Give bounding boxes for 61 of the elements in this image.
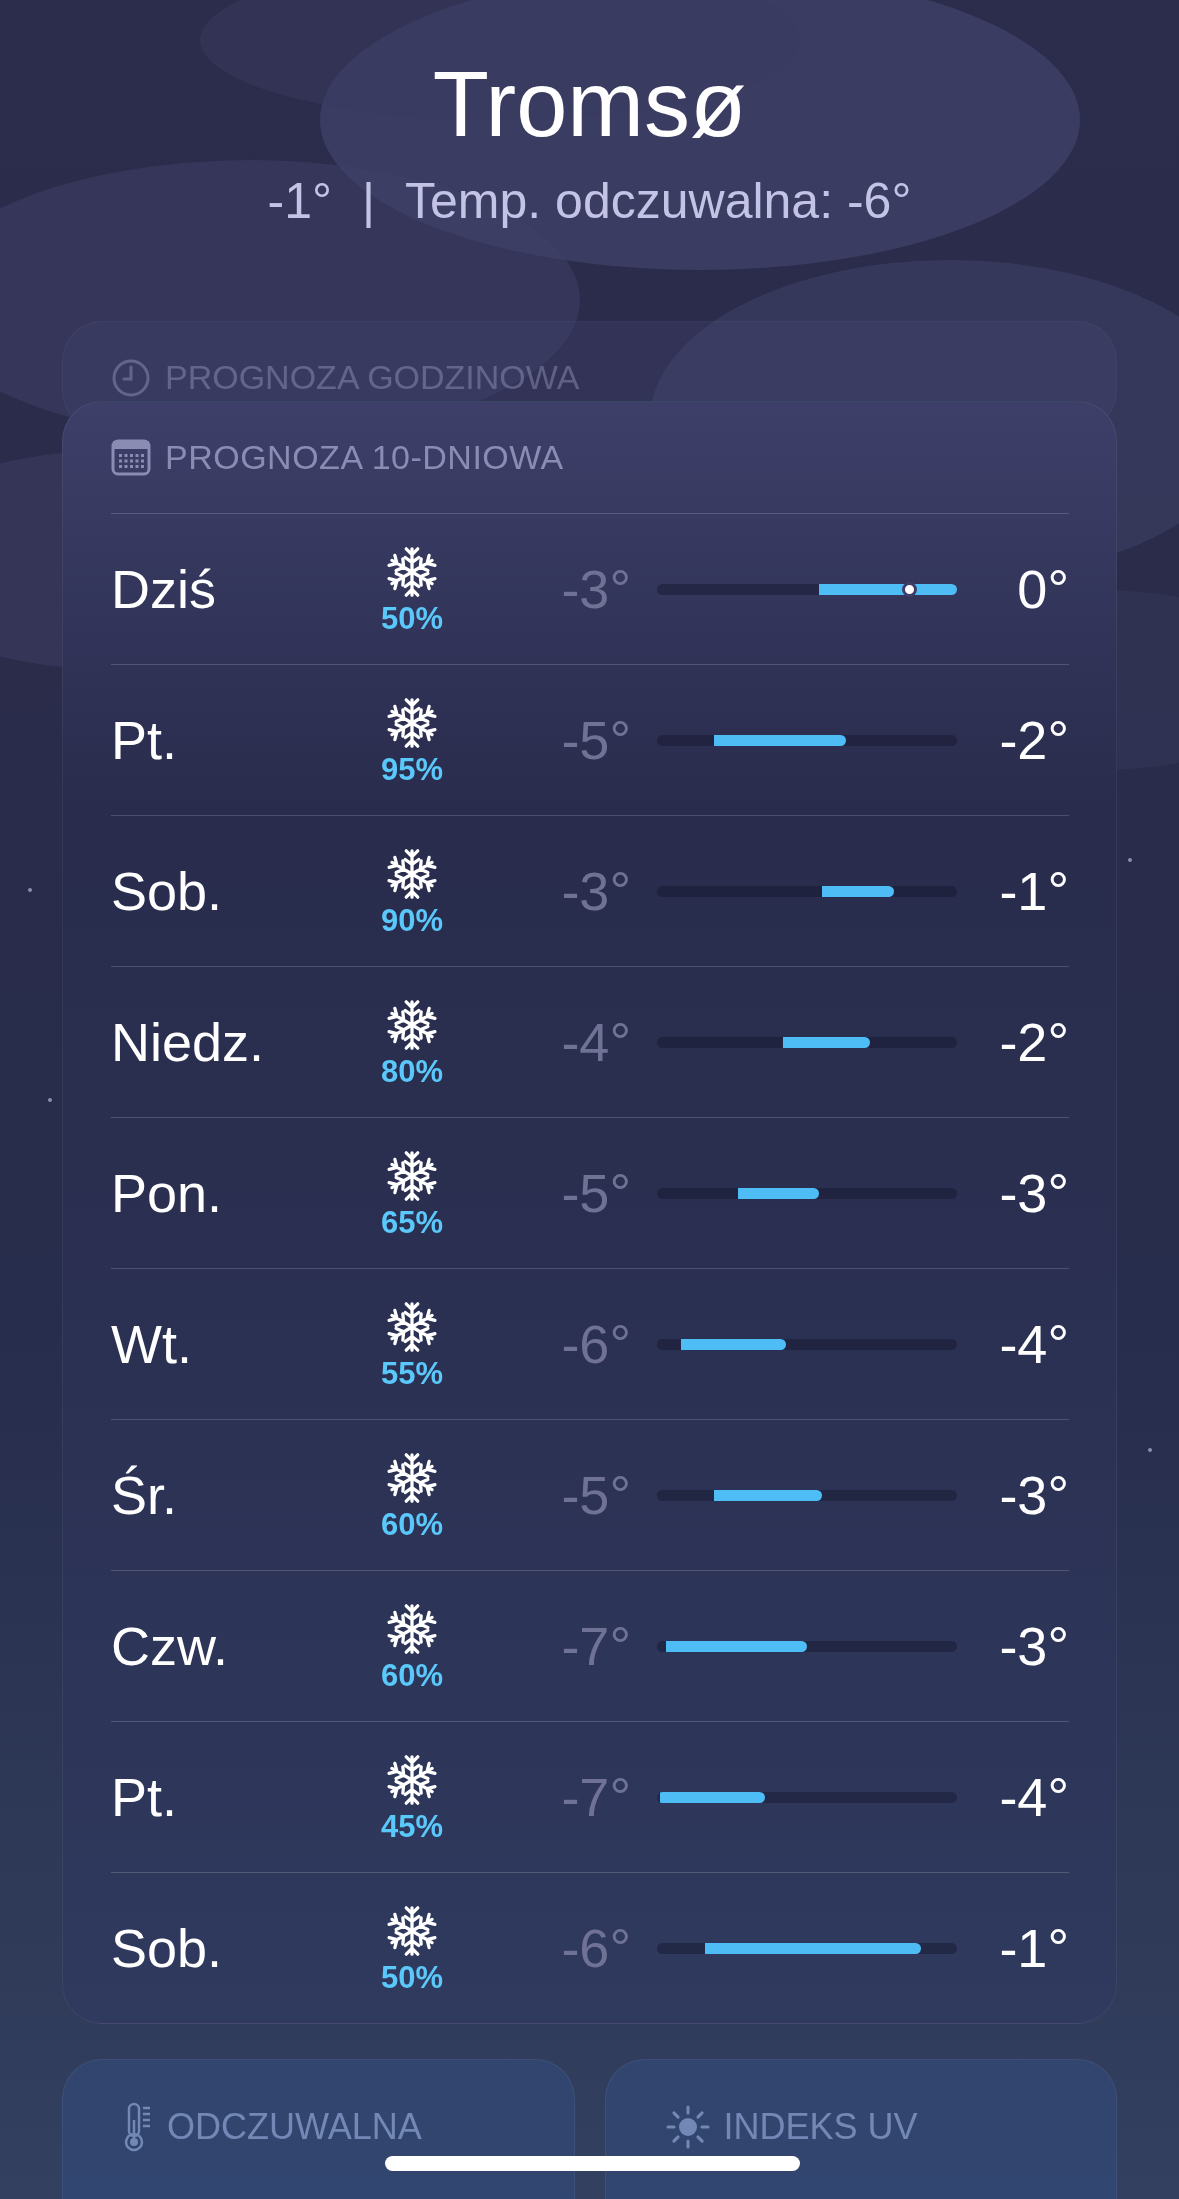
snowflake-icon xyxy=(385,997,439,1052)
current-temperature: -1° xyxy=(267,176,333,226)
high-temperature: -3° xyxy=(998,1161,1069,1225)
low-temperature: -6° xyxy=(560,1312,631,1376)
day-label: Sob. xyxy=(111,1916,224,1980)
snowflake-icon xyxy=(385,1601,439,1656)
day-label: Pon. xyxy=(111,1161,224,1225)
thermometer-icon xyxy=(123,2102,153,2152)
snowflake-icon xyxy=(385,1148,439,1203)
day-label: Czw. xyxy=(111,1614,230,1678)
snowflake-icon xyxy=(385,544,439,599)
precipitation-chance: 50% xyxy=(380,1961,443,1993)
precipitation-chance: 65% xyxy=(380,1206,443,1238)
low-temperature: -5° xyxy=(560,1161,631,1225)
tile-title: INDEKS UV xyxy=(723,2105,918,2149)
separator: | xyxy=(362,176,376,226)
high-temperature: -4° xyxy=(998,1765,1069,1829)
snowflake-icon xyxy=(385,695,439,750)
high-temperature: -2° xyxy=(998,708,1069,772)
snowflake-icon xyxy=(385,1903,439,1958)
precipitation-chance: 50% xyxy=(380,602,443,634)
tile-title: ODCZUWALNA xyxy=(167,2105,422,2149)
high-temperature: -4° xyxy=(998,1312,1069,1376)
high-temperature: -3° xyxy=(998,1614,1069,1678)
precipitation-chance: 55% xyxy=(380,1357,443,1389)
day-label: Niedz. xyxy=(111,1010,266,1074)
day-label: Pt. xyxy=(111,1765,179,1829)
section-title: PROGNOZA 10-DNIOWA xyxy=(165,437,564,478)
day-label: Dziś xyxy=(111,557,217,621)
low-temperature: -3° xyxy=(560,859,631,923)
day-label: Sob. xyxy=(111,859,224,923)
precipitation-chance: 60% xyxy=(380,1508,443,1540)
precipitation-chance: 80% xyxy=(380,1055,443,1087)
day-label: Śr. xyxy=(111,1463,179,1527)
calendar-icon xyxy=(111,437,151,478)
snowflake-icon xyxy=(385,846,439,901)
precipitation-chance: 45% xyxy=(380,1810,443,1842)
clock-icon xyxy=(111,357,151,398)
precipitation-chance: 90% xyxy=(380,904,443,936)
low-temperature: -5° xyxy=(560,1463,631,1527)
snowflake-icon xyxy=(385,1450,439,1505)
low-temperature: -4° xyxy=(560,1010,631,1074)
low-temperature: -3° xyxy=(560,557,631,621)
low-temperature: -7° xyxy=(560,1765,631,1829)
high-temperature: -2° xyxy=(998,1010,1069,1074)
day-label: Wt. xyxy=(111,1312,193,1376)
low-temperature: -5° xyxy=(560,708,631,772)
feels-like-temperature: Temp. odczuwalna: -6° xyxy=(405,176,912,226)
high-temperature: -1° xyxy=(998,1916,1069,1980)
sun-icon xyxy=(665,2105,710,2149)
high-temperature: -1° xyxy=(998,859,1069,923)
precipitation-chance: 60% xyxy=(380,1659,443,1691)
high-temperature: 0° xyxy=(1016,557,1069,621)
high-temperature: -3° xyxy=(998,1463,1069,1527)
precipitation-chance: 95% xyxy=(380,753,443,785)
low-temperature: -6° xyxy=(560,1916,631,1980)
city-name: Tromsø xyxy=(431,58,748,150)
snowflake-icon xyxy=(385,1752,439,1807)
day-label: Pt. xyxy=(111,708,179,772)
low-temperature: -7° xyxy=(560,1614,631,1678)
snowflake-icon xyxy=(385,1299,439,1354)
